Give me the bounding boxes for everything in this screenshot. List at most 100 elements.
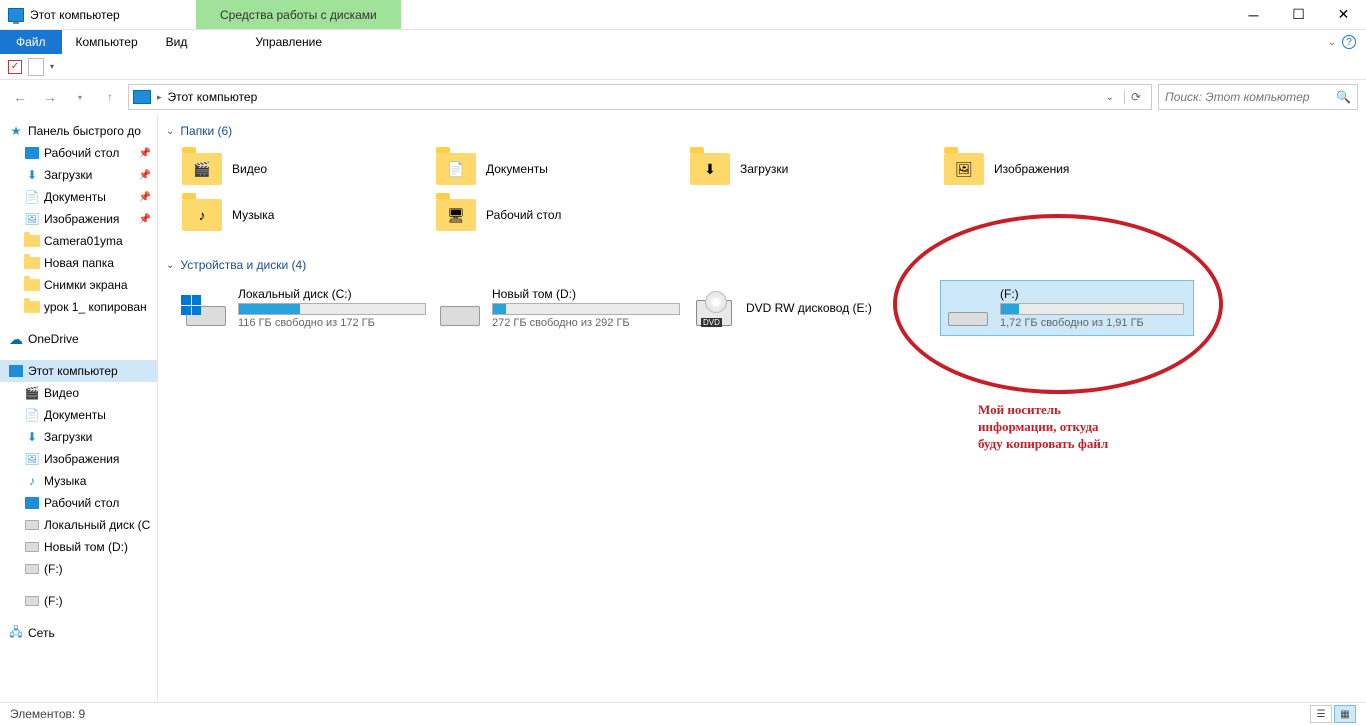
- network-icon: 🖧: [8, 625, 24, 641]
- pc-item[interactable]: ⬇Загрузки: [0, 426, 157, 448]
- window-title: Этот компьютер: [30, 8, 120, 22]
- address-dropdown-icon[interactable]: ⌄: [1102, 92, 1118, 103]
- folder-label: Загрузки: [740, 162, 788, 176]
- menubar: Файл Компьютер Вид Управление ⌄ ?: [0, 30, 1366, 54]
- menu-file[interactable]: Файл: [0, 30, 62, 54]
- pin-icon: 📌: [139, 148, 157, 159]
- pc-item[interactable]: Рабочий стол: [0, 492, 157, 514]
- folder-tile[interactable]: 🖼Изображения: [940, 146, 1194, 192]
- folder-label: Рабочий стол: [486, 208, 561, 222]
- quick-item[interactable]: Рабочий стол 📌: [0, 142, 157, 164]
- item-label: Локальный диск (C: [44, 518, 150, 532]
- this-pc[interactable]: Этот компьютер: [0, 360, 157, 382]
- ribbon-context-tab[interactable]: Средства работы с дисками: [196, 0, 401, 29]
- quick-item[interactable]: Снимки экрана: [0, 274, 157, 296]
- pc-item[interactable]: Локальный диск (C: [0, 514, 157, 536]
- pc-item[interactable]: 🖼Изображения: [0, 448, 157, 470]
- group-folders-header[interactable]: ⌄ Папки (6): [166, 124, 1358, 138]
- onedrive-label: OneDrive: [28, 332, 79, 346]
- folder-tile[interactable]: ♪Музыка: [178, 192, 432, 238]
- menu-view[interactable]: Вид: [152, 30, 202, 54]
- qat-new-icon[interactable]: [28, 58, 44, 76]
- folder-tile[interactable]: 📄Документы: [432, 146, 686, 192]
- group-folders-title: Папки (6): [180, 124, 232, 138]
- item-icon: [24, 255, 40, 271]
- drive-tile[interactable]: (F:)1,72 ГБ свободно из 1,91 ГБ: [940, 280, 1194, 336]
- item-icon: 🎬: [24, 385, 40, 401]
- item-label: урок 1_ копирован: [44, 300, 147, 314]
- quick-item[interactable]: Новая папка: [0, 252, 157, 274]
- pc-item[interactable]: 🎬Видео: [0, 382, 157, 404]
- drive-icon: [946, 290, 990, 326]
- item-label: Музыка: [44, 474, 86, 488]
- view-tiles-button[interactable]: ▦: [1334, 705, 1356, 723]
- minimize-button[interactable]: ─: [1231, 0, 1276, 29]
- onedrive-icon: ☁: [8, 331, 24, 347]
- pc-item[interactable]: Новый том (D:): [0, 536, 157, 558]
- item-icon: 🖼: [24, 211, 40, 227]
- close-button[interactable]: ✕: [1321, 0, 1366, 29]
- address-pc-icon: [133, 90, 151, 104]
- help-button[interactable]: ?: [1342, 35, 1356, 49]
- qat-customize-icon[interactable]: ▾: [50, 62, 54, 71]
- item-icon: [24, 517, 40, 533]
- item-icon: ♪: [24, 473, 40, 489]
- item-label: Рабочий стол: [44, 146, 119, 160]
- item-icon: [24, 299, 40, 315]
- folder-icon: 🖥: [436, 199, 476, 231]
- network[interactable]: 🖧 Сеть: [0, 622, 157, 644]
- quick-access[interactable]: ★ Панель быстрого до: [0, 120, 157, 142]
- drive-tile[interactable]: DVD RW дисковод (E:): [686, 280, 940, 336]
- star-icon: ★: [8, 123, 24, 139]
- quick-item[interactable]: 🖼Изображения📌: [0, 208, 157, 230]
- group-drives-header[interactable]: ⌄ Устройства и диски (4): [166, 258, 1358, 272]
- network-label: Сеть: [28, 626, 55, 640]
- drive-tile[interactable]: Локальный диск (C:)116 ГБ свободно из 17…: [178, 280, 432, 336]
- quick-item[interactable]: Camera01yma: [0, 230, 157, 252]
- search-icon[interactable]: 🔍: [1336, 90, 1351, 104]
- folder-tile[interactable]: 🎬Видео: [178, 146, 432, 192]
- search-input[interactable]: [1165, 90, 1336, 104]
- drive-tile[interactable]: Новый том (D:)272 ГБ свободно из 292 ГБ: [432, 280, 686, 336]
- quick-access-label: Панель быстрого до: [28, 124, 141, 138]
- pc-item[interactable]: 📄Документы: [0, 404, 157, 426]
- drive-icon: [184, 290, 228, 326]
- qat-properties-icon[interactable]: ✓: [8, 60, 22, 74]
- quick-item[interactable]: урок 1_ копирован: [0, 296, 157, 318]
- pin-icon: 📌: [139, 214, 157, 225]
- forward-button[interactable]: →: [38, 85, 62, 109]
- breadcrumb[interactable]: Этот компьютер: [168, 90, 258, 104]
- annotation-text: Мой носитель информации, откуда буду коп…: [978, 402, 1108, 453]
- content-pane: ⌄ Папки (6) 🎬Видео📄Документы⬇Загрузки🖼Из…: [158, 114, 1366, 702]
- drive-f-dup[interactable]: (F:): [0, 590, 157, 612]
- item-label: Загрузки: [44, 168, 92, 182]
- chevron-down-icon: ⌄: [166, 260, 174, 271]
- refresh-button[interactable]: ⟳: [1124, 90, 1147, 104]
- back-button[interactable]: ←: [8, 85, 32, 109]
- menu-manage[interactable]: Управление: [241, 30, 336, 54]
- up-button[interactable]: ↑: [98, 85, 122, 109]
- pc-item[interactable]: (F:): [0, 558, 157, 580]
- recent-dropdown-icon[interactable]: ▾: [68, 85, 92, 109]
- folder-tile[interactable]: ⬇Загрузки: [686, 146, 940, 192]
- folder-icon: 🎬: [182, 153, 222, 185]
- nav-tree: ★ Панель быстрого до Рабочий стол 📌 ⬇Загру…: [0, 114, 158, 702]
- menu-computer[interactable]: Компьютер: [62, 30, 152, 54]
- item-icon: 🖼: [24, 451, 40, 467]
- ribbon-expand-icon[interactable]: ⌄: [1328, 37, 1336, 48]
- item-icon: [24, 539, 40, 555]
- pc-item[interactable]: ♪ Музыка: [0, 470, 157, 492]
- address-bar[interactable]: ▸ Этот компьютер ⌄ ⟳: [128, 84, 1152, 110]
- drive-name: (F:): [1000, 287, 1184, 301]
- view-details-button[interactable]: ☰: [1310, 705, 1332, 723]
- folder-tile[interactable]: 🖥 Рабочий стол: [432, 192, 686, 238]
- item-label: Загрузки: [44, 430, 92, 444]
- search-box[interactable]: 🔍: [1158, 84, 1358, 110]
- maximize-button[interactable]: ☐: [1276, 0, 1321, 29]
- group-drives-title: Устройства и диски (4): [180, 258, 306, 272]
- item-icon: [24, 495, 40, 511]
- quick-item[interactable]: ⬇Загрузки📌: [0, 164, 157, 186]
- item-label: Рабочий стол: [44, 496, 119, 510]
- onedrive[interactable]: ☁ OneDrive: [0, 328, 157, 350]
- quick-item[interactable]: 📄Документы📌: [0, 186, 157, 208]
